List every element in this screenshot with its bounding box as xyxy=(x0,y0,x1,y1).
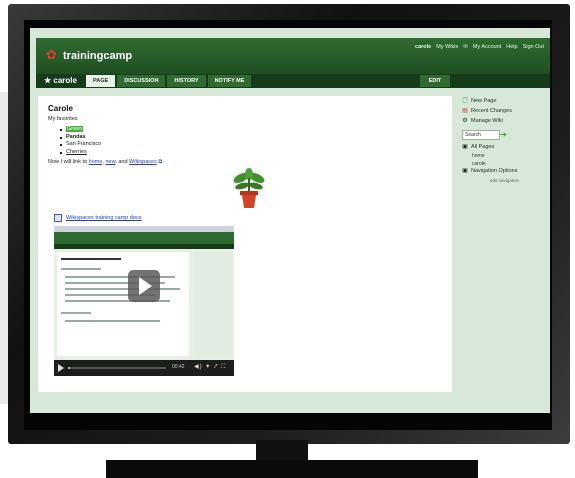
recent-changes-link[interactable]: ▤ Recent Changes xyxy=(462,108,512,114)
list-item: Pandas xyxy=(60,134,101,142)
wiki-page-content: Carole My favorites Green Pandas San Fra… xyxy=(38,96,452,392)
home-link[interactable]: home xyxy=(89,159,103,165)
page-title: Carole xyxy=(48,104,73,113)
monitor-screen: ✿ trainingcamp carole My Wikis ✉ My Acco… xyxy=(30,28,550,413)
edit-button[interactable]: EDIT xyxy=(420,75,450,87)
play-label: PLAY xyxy=(136,306,152,312)
all-pages-link[interactable]: ▣ All Pages xyxy=(462,144,494,150)
video-frame-text xyxy=(65,320,160,322)
docs-checkbox[interactable] xyxy=(54,214,62,222)
tab-discussion[interactable]: DISCUSSION xyxy=(117,75,166,87)
sign-out-link[interactable]: Sign Out xyxy=(523,44,544,50)
tab-page[interactable]: PAGE xyxy=(86,75,116,87)
my-wikis-link[interactable]: My Wikis xyxy=(436,44,458,50)
video-frame-tabs xyxy=(54,244,234,249)
video-frame-text xyxy=(61,312,91,314)
navigation-icon: ▣ xyxy=(462,168,468,174)
sidebar-page-home[interactable]: home xyxy=(472,153,485,159)
video-frame-text xyxy=(65,288,180,290)
tab-history[interactable]: HISTORY xyxy=(167,75,206,87)
video-frame-header xyxy=(54,232,234,244)
workspace-user[interactable]: ★ carole xyxy=(44,76,77,85)
video-control-icons[interactable]: ◀) ✦ ⤤ ⛶ xyxy=(194,363,226,371)
new-page-link[interactable]: 🗋 New Page xyxy=(462,98,497,104)
navigation-options-link[interactable]: ▣ Navigation Options xyxy=(462,168,517,174)
video-frame-text xyxy=(61,258,121,260)
monitor-stand-base xyxy=(106,460,478,478)
manage-wiki-link[interactable]: ⚙ Manage Wiki xyxy=(462,118,503,124)
list-item: San Francisco xyxy=(60,141,101,149)
new-page-icon: 🗋 xyxy=(462,98,468,104)
sidebar-page-carole[interactable]: carole xyxy=(472,161,486,167)
video-frame-page xyxy=(57,252,189,356)
new-link[interactable]: new xyxy=(105,159,115,165)
site-name[interactable]: trainingcamp xyxy=(63,50,132,62)
my-account-link[interactable]: My Account xyxy=(473,44,501,50)
page-navbar: ★ carole PAGE DISCUSSION HISTORY NOTIFY … xyxy=(36,74,550,88)
favorites-list: Green Pandas San Francisco Cherries xyxy=(60,126,101,156)
video-player[interactable]: PLAY 00:42 ◀) ✦ ⤤ ⛶ xyxy=(54,226,234,376)
potted-plant-image xyxy=(233,168,265,208)
list-item: Cherries xyxy=(60,149,101,157)
video-time: 00:42 xyxy=(172,364,185,370)
wikispaces-link[interactable]: Wikispaces xyxy=(129,159,157,165)
video-controls: 00:42 ◀) ✦ ⤤ ⛶ xyxy=(54,360,234,376)
video-frame-sidebar xyxy=(194,252,232,356)
gear-icon: ⚙ xyxy=(462,118,468,124)
help-link[interactable]: Help xyxy=(506,44,517,50)
search-input[interactable]: Search xyxy=(462,130,500,140)
list-item: Green xyxy=(60,126,101,134)
tab-notify-me[interactable]: NOTIFY ME xyxy=(207,75,252,87)
edit-navigation-link[interactable]: edit navigation xyxy=(490,178,519,183)
plant-logo-icon: ✿ xyxy=(46,47,57,62)
small-play-icon[interactable] xyxy=(58,364,64,372)
favorites-heading: My favorites xyxy=(48,116,78,122)
docs-link-row: Wikispaces training camp docs xyxy=(54,214,142,222)
account-links: carole My Wikis ✉ My Account Help Sign O… xyxy=(415,44,544,50)
search-go-arrow-icon[interactable]: ➔ xyxy=(500,130,507,139)
site-header: ✿ trainingcamp carole My Wikis ✉ My Acco… xyxy=(36,38,550,74)
play-icon xyxy=(139,277,152,295)
video-frame-text xyxy=(61,268,101,270)
page-tabs: PAGE DISCUSSION HISTORY NOTIFY ME xyxy=(86,75,252,87)
external-link-icon: ⧉ xyxy=(156,159,163,165)
video-progress-fill xyxy=(68,367,70,369)
monitor-stand-neck xyxy=(256,440,308,462)
pages-icon: ▣ xyxy=(462,144,468,150)
recent-changes-icon: ▤ xyxy=(462,108,468,114)
mail-icon[interactable]: ✉ xyxy=(463,44,468,50)
link-sentence: Now I will link to home, new, and Wikisp… xyxy=(48,159,163,165)
username-link[interactable]: carole xyxy=(415,44,431,50)
video-progress-track[interactable] xyxy=(68,367,166,369)
play-button[interactable] xyxy=(128,270,160,302)
docs-link[interactable]: Wikispaces training camp docs xyxy=(66,215,142,221)
